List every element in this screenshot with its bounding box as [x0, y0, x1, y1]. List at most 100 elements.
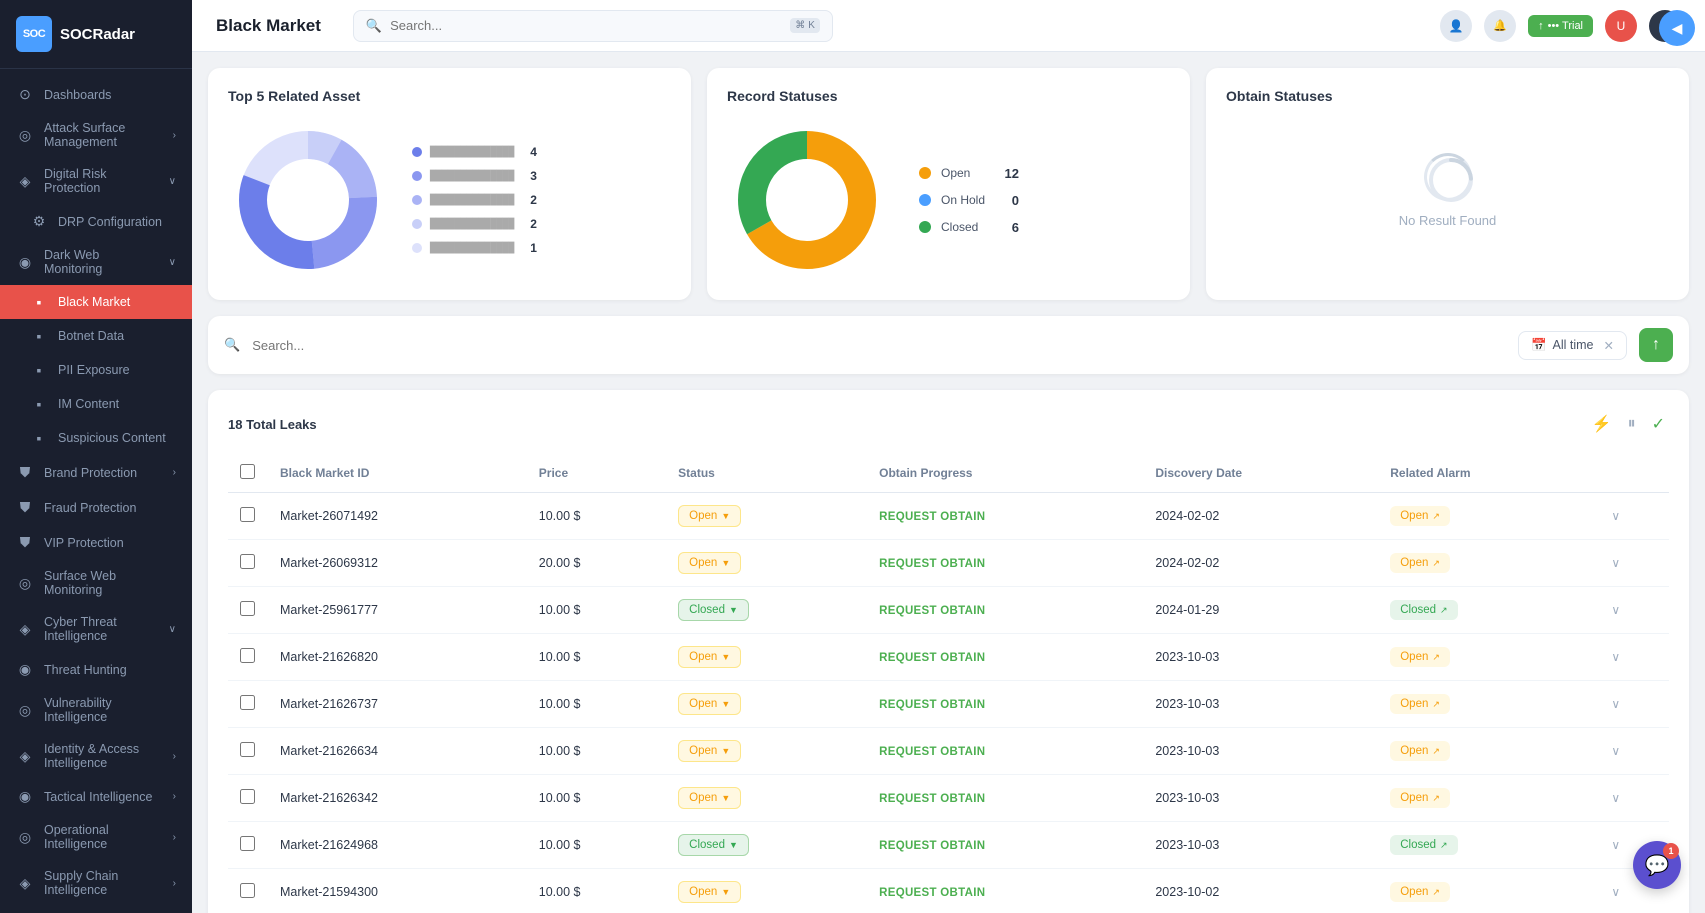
apply-filter-btn[interactable]: ↑ [1639, 328, 1673, 362]
legend-item-3: ██████████████ 2 [412, 193, 537, 207]
botnet-icon: ▪ [30, 328, 48, 344]
sidebar-item-threat-hunting[interactable]: ◉ Threat Hunting [0, 652, 192, 687]
status-badge-7[interactable]: Closed ▼ [678, 834, 749, 856]
obtain-link-6[interactable]: REQUEST OBTAIN [879, 793, 985, 805]
sidebar-item-attack-surface[interactable]: ◎ Attack Surface Management › [0, 112, 192, 158]
sidebar-item-tactical[interactable]: ◉ Tactical Intelligence › [0, 779, 192, 814]
status-badge-3[interactable]: Open ▼ [678, 646, 741, 668]
sidebar-item-vulnerability[interactable]: ◎ Vulnerability Intelligence [0, 687, 192, 733]
check-icon-btn[interactable]: ✓ [1648, 410, 1669, 438]
upgrade-btn[interactable]: ↑••• Trial [1528, 15, 1593, 37]
row-expand-1[interactable]: ∨ [1611, 556, 1620, 570]
top5-card: Top 5 Related Asset [208, 68, 691, 300]
row-checkbox-4[interactable] [240, 695, 255, 710]
row-obtain-1[interactable]: REQUEST OBTAIN [867, 540, 1143, 587]
select-all-checkbox[interactable] [240, 464, 255, 479]
sidebar-item-vip[interactable]: ⛊ VIP Protection [0, 525, 192, 560]
sidebar-item-dashboards[interactable]: ⊙ Dashboards [0, 77, 192, 112]
notifications-icon[interactable]: 🔔 [1484, 10, 1516, 42]
status-badge-0[interactable]: Open ▼ [678, 505, 741, 527]
status-badge-1[interactable]: Open ▼ [678, 552, 741, 574]
row-obtain-4[interactable]: REQUEST OBTAIN [867, 681, 1143, 728]
sidebar-item-pii[interactable]: ▪ PII Exposure [0, 353, 192, 387]
row-expand-0[interactable]: ∨ [1611, 509, 1620, 523]
table-search-input[interactable] [252, 338, 1506, 353]
alarm-badge-8[interactable]: Open ↗ [1390, 882, 1450, 902]
sidebar-item-botnet[interactable]: ▪ Botnet Data [0, 319, 192, 353]
sidebar-item-black-market[interactable]: ▪ Black Market [0, 285, 192, 319]
obtain-link-1[interactable]: REQUEST OBTAIN [879, 558, 985, 570]
obtain-link-5[interactable]: REQUEST OBTAIN [879, 746, 985, 758]
obtain-link-8[interactable]: REQUEST OBTAIN [879, 887, 985, 899]
alarm-badge-3[interactable]: Open ↗ [1390, 647, 1450, 667]
row-expand-3[interactable]: ∨ [1611, 650, 1620, 664]
alarm-badge-6[interactable]: Open ↗ [1390, 788, 1450, 808]
pause-icon-btn[interactable]: ⏸ [1624, 411, 1640, 437]
search-input[interactable] [390, 18, 782, 33]
obtain-link-3[interactable]: REQUEST OBTAIN [879, 652, 985, 664]
sidebar-item-dark-web[interactable]: ◉ Dark Web Monitoring ∨ [0, 239, 192, 285]
sidebar-item-drp-config[interactable]: ⚙ DRP Configuration [0, 204, 192, 239]
filter-icon-btn[interactable]: ⚡ [1588, 410, 1616, 438]
row-checkbox-5[interactable] [240, 742, 255, 757]
row-alarm-5: Open ↗ [1378, 728, 1599, 775]
sidebar-item-cti[interactable]: ◈ Cyber Threat Intelligence ∨ [0, 606, 192, 652]
dashboards-icon: ⊙ [16, 86, 34, 103]
user-avatar[interactable]: 👤 [1440, 10, 1472, 42]
row-expand-2[interactable]: ∨ [1611, 603, 1620, 617]
status-badge-6[interactable]: Open ▼ [678, 787, 741, 809]
row-checkbox-7[interactable] [240, 836, 255, 851]
date-filter-btn[interactable]: 📅 All time ✕ [1518, 331, 1627, 360]
row-expand-5[interactable]: ∨ [1611, 744, 1620, 758]
sidebar-item-surface-web[interactable]: ◎ Surface Web Monitoring [0, 560, 192, 606]
clear-date-icon[interactable]: ✕ [1604, 338, 1614, 353]
sidebar-item-identity[interactable]: ◈ Identity & Access Intelligence › [0, 733, 192, 779]
row-obtain-5[interactable]: REQUEST OBTAIN [867, 728, 1143, 775]
sidebar-item-brand-protection[interactable]: ⛊ Brand Protection › [0, 455, 192, 490]
obtain-link-0[interactable]: REQUEST OBTAIN [879, 511, 985, 523]
alarm-badge-5[interactable]: Open ↗ [1390, 741, 1450, 761]
alarm-badge-0[interactable]: Open ↗ [1390, 506, 1450, 526]
row-obtain-0[interactable]: REQUEST OBTAIN [867, 493, 1143, 540]
row-obtain-2[interactable]: REQUEST OBTAIN [867, 587, 1143, 634]
sidebar-item-operational[interactable]: ◎ Operational Intelligence › [0, 814, 192, 860]
row-checkbox-0[interactable] [240, 507, 255, 522]
obtain-link-2[interactable]: REQUEST OBTAIN [879, 605, 985, 617]
alarm-badge-1[interactable]: Open ↗ [1390, 553, 1450, 573]
alarm-badge-4[interactable]: Open ↗ [1390, 694, 1450, 714]
status-badge-4[interactable]: Open ▼ [678, 693, 741, 715]
status-badge-8[interactable]: Open ▼ [678, 881, 741, 903]
alarm-badge-2[interactable]: Closed ↗ [1390, 600, 1457, 620]
chat-fab-btn[interactable]: 💬 1 [1633, 841, 1681, 889]
sidebar-item-im[interactable]: ▪ IM Content [0, 387, 192, 421]
status-badge-5[interactable]: Open ▼ [678, 740, 741, 762]
header-search-bar[interactable]: 🔍 ⌘ K [353, 10, 833, 42]
obtain-link-7[interactable]: REQUEST OBTAIN [879, 840, 985, 852]
row-expand-8[interactable]: ∨ [1611, 885, 1620, 899]
row-expand-6[interactable]: ∨ [1611, 791, 1620, 805]
sidebar-item-fraud[interactable]: ⛊ Fraud Protection [0, 490, 192, 525]
chevron-down2-icon: ∨ [169, 257, 176, 268]
row-obtain-6[interactable]: REQUEST OBTAIN [867, 775, 1143, 822]
row-date-2: 2024-01-29 [1143, 587, 1378, 634]
row-checkbox-2[interactable] [240, 601, 255, 616]
row-checkbox-8[interactable] [240, 883, 255, 898]
row-expand-7[interactable]: ∨ [1611, 838, 1620, 852]
alarm-badge-7[interactable]: Closed ↗ [1390, 835, 1457, 855]
sidebar-item-digital-risk[interactable]: ◈ Digital Risk Protection ∨ [0, 158, 192, 204]
sidebar-item-supply-chain[interactable]: ◈ Supply Chain Intelligence › [0, 860, 192, 906]
row-obtain-8[interactable]: REQUEST OBTAIN [867, 869, 1143, 913]
status-badge-2[interactable]: Closed ▼ [678, 599, 749, 621]
row-obtain-7[interactable]: REQUEST OBTAIN [867, 822, 1143, 869]
row-checkbox-1[interactable] [240, 554, 255, 569]
user-profile-icon[interactable]: U [1605, 10, 1637, 42]
sidebar-item-suspicious[interactable]: ▪ Suspicious Content [0, 421, 192, 455]
obtain-link-4[interactable]: REQUEST OBTAIN [879, 699, 985, 711]
row-checkbox-3[interactable] [240, 648, 255, 663]
table-row: Market-21626737 10.00 $ Open ▼ REQUEST O… [228, 681, 1669, 728]
row-checkbox-6[interactable] [240, 789, 255, 804]
table-search-bar[interactable]: 🔍 📅 All time ✕ ↑ [208, 316, 1689, 374]
row-obtain-3[interactable]: REQUEST OBTAIN [867, 634, 1143, 681]
corner-action-btn[interactable]: ◀ [1659, 10, 1695, 46]
row-expand-4[interactable]: ∨ [1611, 697, 1620, 711]
